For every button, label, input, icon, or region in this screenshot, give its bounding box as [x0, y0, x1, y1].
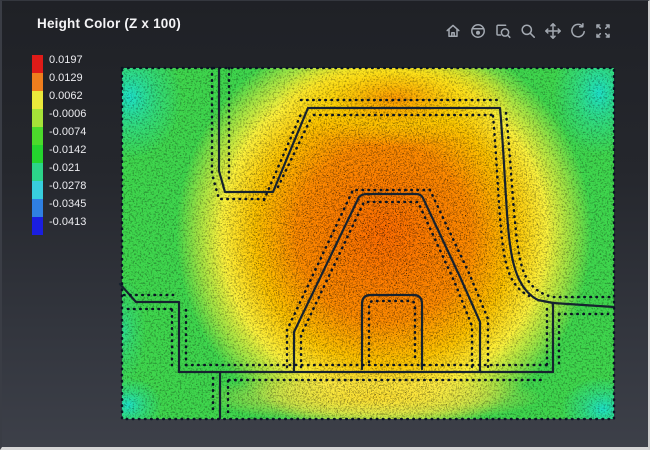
legend-swatch	[32, 217, 43, 235]
legend-swatch	[32, 181, 43, 199]
legend-value: -0.021	[49, 159, 86, 177]
color-legend: 0.0197 0.0129 0.0062 -0.0006 -0.0074 -0.…	[32, 55, 86, 235]
legend-swatch	[32, 73, 43, 91]
panel-title: Height Color (Z x 100)	[37, 16, 181, 31]
legend-swatch	[32, 127, 43, 145]
zoom-window-icon[interactable]	[494, 22, 512, 40]
heatmap-canvas[interactable]	[2, 1, 650, 450]
legend-value: -0.0413	[49, 213, 86, 231]
legend-value: -0.0278	[49, 177, 86, 195]
view-sphere-icon[interactable]	[469, 22, 487, 40]
legend-value: -0.0006	[49, 105, 86, 123]
legend-value: 0.0197	[49, 51, 86, 69]
legend-value: 0.0062	[49, 87, 86, 105]
rotate-icon[interactable]	[569, 22, 587, 40]
home-icon[interactable]	[444, 22, 462, 40]
legend-swatch	[32, 199, 43, 217]
legend-swatch	[32, 91, 43, 109]
viewport-panel: Height Color (Z x 100)	[0, 0, 650, 450]
zoom-icon[interactable]	[519, 22, 537, 40]
point-cloud-field	[78, 25, 645, 441]
view-toolbar	[444, 22, 612, 40]
legend-value: -0.0345	[49, 195, 86, 213]
legend-value: -0.0142	[49, 141, 86, 159]
legend-swatch	[32, 109, 43, 127]
legend-value: 0.0129	[49, 69, 86, 87]
pan-icon[interactable]	[544, 22, 562, 40]
legend-swatch	[32, 55, 43, 73]
legend-labels: 0.0197 0.0129 0.0062 -0.0006 -0.0074 -0.…	[49, 51, 86, 235]
legend-swatch	[32, 145, 43, 163]
fit-view-icon[interactable]	[594, 22, 612, 40]
legend-value: -0.0074	[49, 123, 86, 141]
legend-swatch	[32, 163, 43, 181]
legend-color-bar	[32, 55, 43, 235]
